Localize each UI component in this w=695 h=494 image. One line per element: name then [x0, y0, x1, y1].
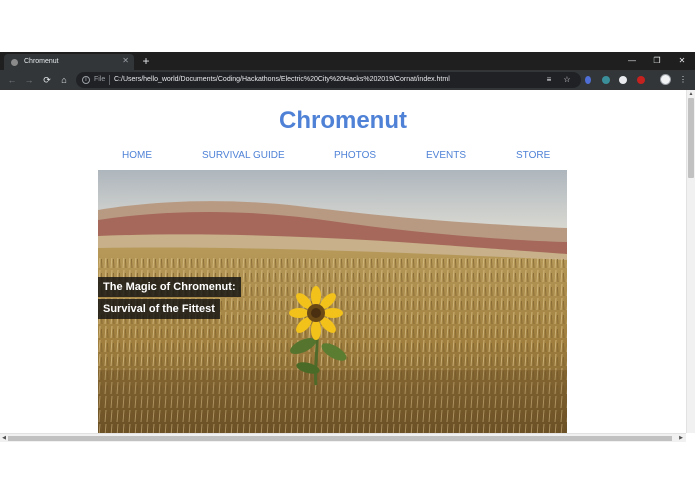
minimize-window-button[interactable]: —: [620, 52, 644, 70]
vertical-scroll-thumb[interactable]: [688, 98, 694, 178]
nav-link-events[interactable]: EVENTS: [426, 149, 466, 163]
tab-close-icon[interactable]: ✕: [122, 56, 129, 66]
new-tab-button[interactable]: +: [139, 54, 153, 68]
browser-window: Chromenut ✕ + — ❐ ✕ ← → ⟳ ⌂ i File C:/Us…: [0, 52, 695, 442]
site-title: Chromenut: [279, 107, 407, 134]
hero-caption-line-2: Survival of the Fittest: [98, 299, 220, 319]
address-bar[interactable]: i File C:/Users/hello_world/Documents/Co…: [76, 72, 581, 88]
nav-link-survival-guide[interactable]: SURVIVAL GUIDE: [202, 149, 285, 163]
vertical-scrollbar[interactable]: ▲: [686, 90, 695, 433]
nav-link-photos[interactable]: PHOTOS: [334, 149, 376, 163]
horizontal-scroll-thumb[interactable]: [8, 436, 672, 441]
close-window-button[interactable]: ✕: [670, 52, 694, 70]
extension-icon[interactable]: [602, 76, 610, 84]
forward-button[interactable]: →: [22, 73, 36, 87]
site-info-icon[interactable]: i: [82, 76, 90, 84]
nav-link-store[interactable]: STORE: [516, 149, 550, 163]
scroll-right-arrow-icon[interactable]: ▶: [677, 434, 685, 442]
favicon-icon: [11, 59, 18, 66]
home-button[interactable]: ⌂: [57, 73, 71, 87]
restore-window-button[interactable]: ❐: [645, 52, 669, 70]
extension-icon[interactable]: [585, 76, 591, 84]
bookmark-star-icon[interactable]: ☆: [560, 73, 574, 87]
reload-button[interactable]: ⟳: [40, 73, 54, 87]
page-viewport: Chromenut HOME SURVIVAL GUIDE PHOTOS EVE…: [0, 90, 686, 433]
extension-icon[interactable]: [637, 76, 645, 84]
github-extension-icon[interactable]: [619, 76, 627, 84]
profile-avatar[interactable]: [660, 74, 671, 85]
reading-list-icon[interactable]: ≡: [542, 73, 556, 87]
browser-toolbar: ← → ⟳ ⌂ i File C:/Users/hello_world/Docu…: [0, 70, 695, 90]
hero-image: The Magic of Chromenut: Survival of the …: [98, 170, 567, 433]
nav-link-home[interactable]: HOME: [122, 149, 152, 163]
url-text[interactable]: C:/Users/hello_world/Documents/Coding/Ha…: [114, 75, 450, 85]
browser-menu-icon[interactable]: ⋮: [676, 73, 690, 87]
browser-tab-active[interactable]: Chromenut ✕: [4, 54, 134, 70]
scheme-label: File: [94, 76, 106, 83]
omnibox-divider: [109, 75, 110, 85]
back-button[interactable]: ←: [5, 73, 19, 87]
scroll-left-arrow-icon[interactable]: ◀: [0, 434, 8, 442]
tab-title: Chromenut: [24, 58, 59, 65]
tab-strip: Chromenut ✕ + — ❐ ✕: [0, 52, 695, 70]
scroll-up-arrow-icon[interactable]: ▲: [687, 90, 695, 98]
hero-caption-line-1: The Magic of Chromenut:: [98, 277, 241, 297]
horizontal-scrollbar[interactable]: ◀ ▶: [0, 433, 686, 442]
screenshot-stage: Chromenut ✕ + — ❐ ✕ ← → ⟳ ⌂ i File C:/Us…: [0, 0, 695, 494]
